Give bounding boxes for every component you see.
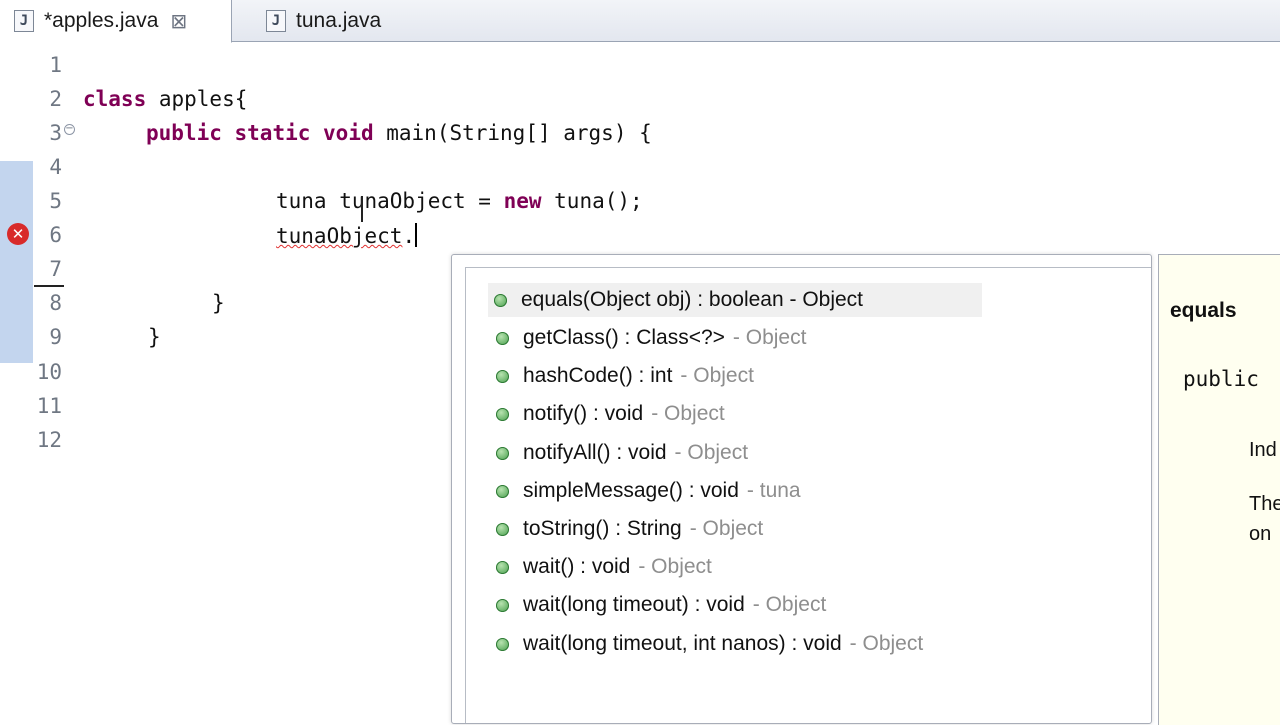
proposal-declaring-type: - Object <box>732 326 807 349</box>
javadoc-hover[interactable]: equals public Ind The on <box>1158 254 1280 725</box>
javadoc-title: equals <box>1170 299 1237 322</box>
code-text: apples{ <box>146 87 248 111</box>
proposal-item[interactable]: notify() : void - Object <box>490 397 735 431</box>
tab-apples-java[interactable]: J *apples.java ⊠ <box>0 0 232 43</box>
code-line-3[interactable]: public static void main(String[] args) { <box>146 121 652 145</box>
proposal-item[interactable]: wait(long timeout, int nanos) : void - Ob… <box>490 627 933 661</box>
public-method-icon <box>496 598 509 612</box>
proposal-signature: notify() : void <box>523 402 644 425</box>
proposal-declaring-type: - Object <box>638 555 712 578</box>
tab-label: *apples.java <box>44 9 159 32</box>
public-method-icon <box>496 446 509 460</box>
line-number: 8 <box>49 291 62 315</box>
vertical-ruler[interactable] <box>0 43 33 720</box>
proposal-declaring-type: - Object <box>849 632 924 655</box>
public-method-icon <box>494 293 507 307</box>
proposal-signature: equals(Object obj) : boolean - Object <box>521 288 864 311</box>
java-file-icon: J <box>266 10 286 32</box>
public-method-icon <box>496 407 509 421</box>
proposal-signature: getClass() : Class<?> <box>523 326 725 349</box>
code-line-9[interactable]: } <box>148 325 161 349</box>
public-method-icon <box>496 484 509 498</box>
proposal-item[interactable]: equals(Object obj) : boolean - Object <box>488 283 982 317</box>
javadoc-text: on <box>1249 523 1272 545</box>
code-line-8[interactable]: } <box>212 291 225 315</box>
line-number: 9 <box>49 325 62 349</box>
current-line-indicator <box>34 285 64 287</box>
close-tab-icon[interactable]: ⊠ <box>170 9 187 33</box>
proposal-signature: toString() : String <box>523 517 682 540</box>
proposal-signature: wait(long timeout) : void <box>523 593 745 616</box>
proposal-declaring-type: - tuna <box>746 479 801 502</box>
code-text: main(String[] args) { <box>373 121 652 145</box>
proposal-declaring-type: - Object <box>689 517 764 540</box>
line-number: 5 <box>49 189 62 213</box>
line-number: 4 <box>49 155 62 179</box>
proposal-list[interactable]: equals(Object obj) : boolean - Object ge… <box>465 267 1151 723</box>
line-number: 7 <box>49 257 62 281</box>
code-line-2[interactable]: class apples{ <box>83 87 247 111</box>
proposal-item[interactable]: wait(long timeout) : void - Object <box>490 588 836 622</box>
proposal-item[interactable]: getClass() : Class<?> - Object <box>490 321 816 355</box>
proposal-signature: hashCode() : int <box>523 364 673 387</box>
error-text: tunaObject <box>276 224 403 248</box>
line-number: 12 <box>36 428 62 452</box>
keyword: void <box>323 121 374 145</box>
line-number: 10 <box>36 360 62 384</box>
keyword: new <box>503 189 542 213</box>
line-number: 3 <box>49 121 62 145</box>
public-method-icon <box>496 331 509 345</box>
line-number: 2 <box>49 87 62 111</box>
mouse-ibeam-cursor <box>361 196 363 222</box>
code-line-6[interactable]: tunaObject. <box>276 223 418 248</box>
public-method-icon <box>496 637 509 651</box>
line-number: 1 <box>49 53 62 77</box>
line-number: 11 <box>36 394 62 418</box>
proposal-signature: simpleMessage() : void <box>523 479 739 502</box>
proposal-declaring-type: - Object <box>651 402 725 425</box>
tab-label: tuna.java <box>296 9 382 32</box>
javadoc-text: The <box>1249 493 1280 515</box>
proposal-declaring-type: - Object <box>674 441 749 464</box>
error-x-icon[interactable]: ✕ <box>7 223 29 245</box>
proposal-signature: notifyAll() : void <box>523 441 667 464</box>
proposal-signature: wait(long timeout, int nanos) : void <box>523 632 842 655</box>
editor-tab-bar: J *apples.java ⊠ J tuna.java <box>0 0 1280 43</box>
javadoc-signature: public <box>1183 367 1259 391</box>
public-method-icon <box>496 522 509 536</box>
proposal-item[interactable]: hashCode() : int - Object <box>490 359 764 393</box>
code-text: . <box>402 224 416 248</box>
code-text: tuna(); <box>541 189 643 213</box>
proposal-declaring-type: - Object <box>680 364 754 387</box>
change-ruler-band <box>0 161 33 363</box>
content-assist-popup: equals(Object obj) : boolean - Object ge… <box>451 254 1152 724</box>
keyword: static <box>234 121 311 145</box>
proposal-item[interactable]: simpleMessage() : void - tuna <box>490 474 811 508</box>
text-caret <box>415 223 418 247</box>
proposal-item[interactable]: notifyAll() : void - Object <box>490 436 758 470</box>
code-text: tuna tunaObject = <box>276 189 504 213</box>
code-line-5[interactable]: tuna tunaObject = new tuna(); <box>276 189 643 213</box>
java-file-icon: J <box>14 10 34 32</box>
keyword: public <box>146 121 222 145</box>
proposal-item[interactable]: toString() : String - Object <box>490 512 773 546</box>
keyword: class <box>83 87 147 111</box>
javadoc-text: Ind <box>1249 439 1277 461</box>
proposal-item[interactable]: wait() : void - Object <box>490 550 722 584</box>
tab-tuna-java[interactable]: J tuna.java <box>262 0 381 42</box>
line-number: 6 <box>49 223 62 247</box>
public-method-icon <box>496 369 509 383</box>
proposal-signature: wait() : void <box>523 555 631 578</box>
public-method-icon <box>496 560 509 574</box>
collapse-icon[interactable]: − <box>64 124 75 135</box>
proposal-declaring-type: - Object <box>752 593 827 616</box>
